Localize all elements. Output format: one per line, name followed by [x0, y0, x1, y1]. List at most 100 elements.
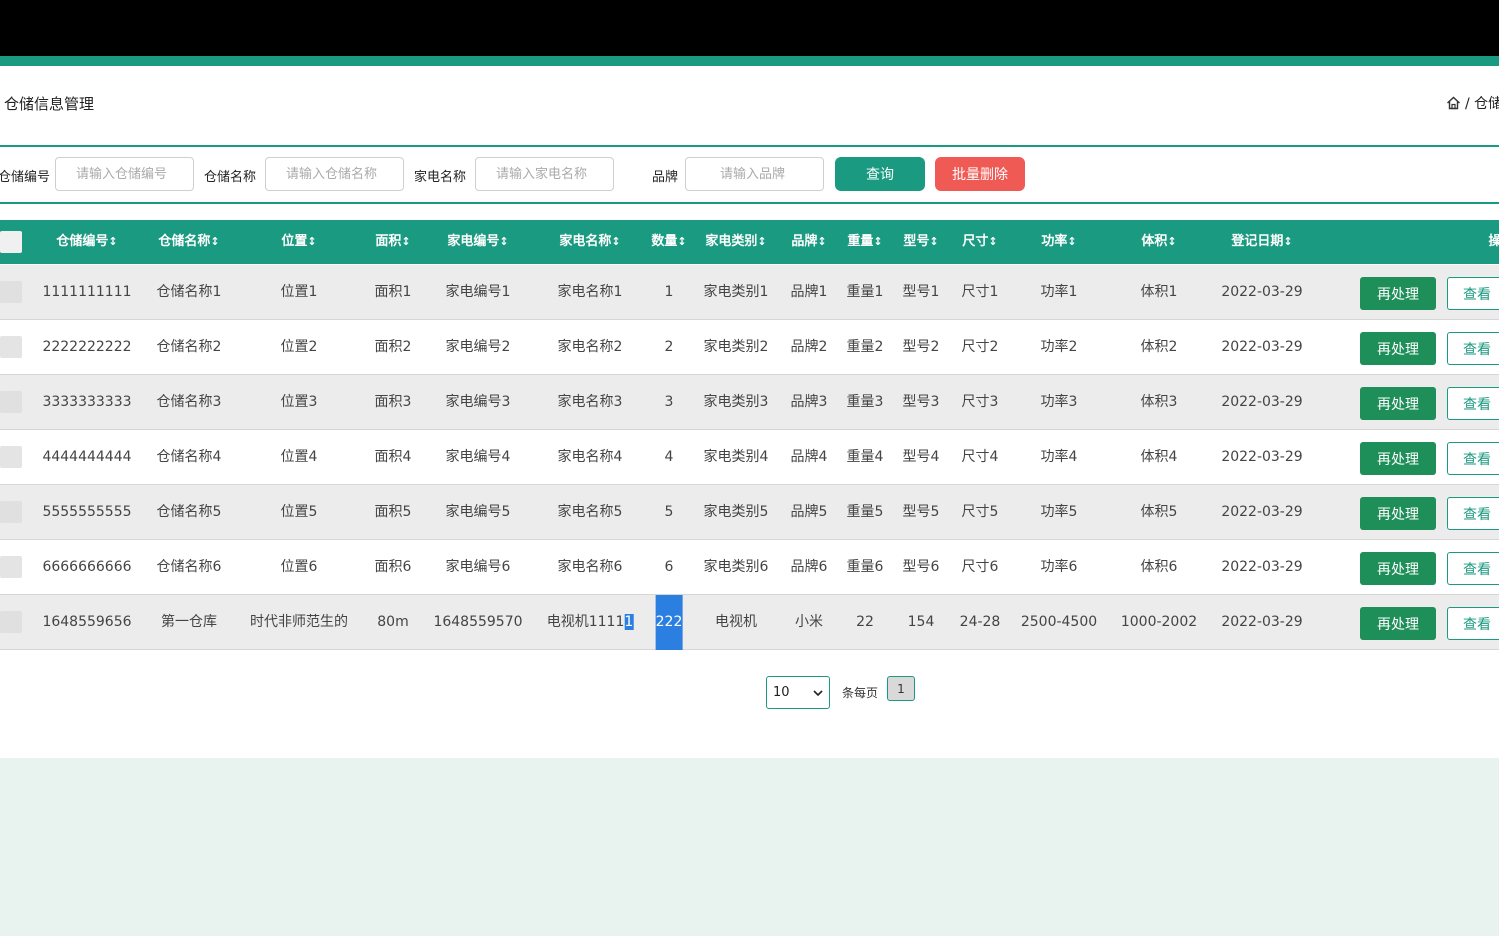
- cell-brand: 品牌4: [790, 449, 828, 465]
- cell-appliance-name: 家电名称1: [557, 284, 623, 300]
- header-col-appliance-code[interactable]: 家电编号↕: [447, 220, 508, 264]
- row-checkbox[interactable]: [0, 611, 22, 633]
- row-checkbox[interactable]: [0, 501, 22, 523]
- cell-power: 功率2: [1040, 339, 1078, 355]
- sort-icon[interactable]: ↕: [611, 235, 620, 248]
- reprocess-button[interactable]: 再处理: [1360, 442, 1436, 475]
- table-row: 3333333333 仓储名称3 位置3 面积3 家电编号3 家电名称3 3 家电类别3 品牌3…: [0, 375, 1499, 430]
- header-col-brand[interactable]: 品牌↕: [791, 220, 826, 264]
- cell-area: 面积3: [374, 394, 412, 410]
- view-button[interactable]: 查看: [1447, 607, 1499, 640]
- cell-location: 位置4: [280, 449, 318, 465]
- header-label: 品牌: [791, 234, 818, 249]
- breadcrumb-text[interactable]: / 仓储: [1465, 93, 1499, 113]
- reprocess-button[interactable]: 再处理: [1360, 552, 1436, 585]
- cell-volume: 体积1: [1140, 284, 1178, 300]
- header-col-weight[interactable]: 重量↕: [847, 220, 882, 264]
- cell-area: 面积2: [374, 339, 412, 355]
- cell-location: 位置5: [280, 504, 318, 520]
- header-col-date[interactable]: 登记日期↕: [1231, 220, 1292, 264]
- home-icon[interactable]: [1446, 96, 1461, 110]
- header-col-model[interactable]: 型号↕: [903, 220, 938, 264]
- header-col-size[interactable]: 尺寸↕: [962, 220, 997, 264]
- view-button[interactable]: 查看: [1447, 332, 1499, 365]
- cell-model: 型号1: [902, 284, 940, 300]
- cell-size: 尺寸4: [961, 449, 999, 465]
- sort-icon[interactable]: ↕: [1283, 235, 1292, 248]
- cell-power: 功率3: [1040, 394, 1078, 410]
- cell-name: 仓储名称5: [156, 504, 222, 520]
- header-col-category[interactable]: 家电类别↕: [705, 220, 766, 264]
- sort-icon[interactable]: ↕: [757, 235, 766, 248]
- header-col-name[interactable]: 仓储名称↕: [158, 220, 219, 264]
- header-col-power[interactable]: 功率↕: [1041, 220, 1076, 264]
- sort-icon[interactable]: ↕: [307, 235, 316, 248]
- page-size-select[interactable]: 10: [766, 676, 830, 709]
- cell-category: 家电类别2: [703, 339, 769, 355]
- sort-icon[interactable]: ↕: [817, 235, 826, 248]
- reprocess-button[interactable]: 再处理: [1360, 332, 1436, 365]
- row-checkbox[interactable]: [0, 391, 22, 413]
- reprocess-button[interactable]: 再处理: [1360, 387, 1436, 420]
- cell-code: 2222222222: [42, 339, 132, 355]
- header-label: 登记日期: [1231, 234, 1284, 249]
- cell-volume: 1000-2002: [1120, 614, 1198, 630]
- reprocess-button[interactable]: 再处理: [1360, 497, 1436, 530]
- view-button[interactable]: 查看: [1447, 442, 1499, 475]
- table-row: 5555555555 仓储名称5 位置5 面积5 家电编号5 家电名称5 5 家电类别5 品牌5…: [0, 485, 1499, 540]
- page-title: 仓储信息管理: [4, 95, 95, 113]
- row-checkbox[interactable]: [0, 556, 22, 578]
- header-label: 操: [1488, 234, 1499, 249]
- page-button-current[interactable]: 1: [887, 676, 915, 701]
- view-button[interactable]: 查看: [1447, 277, 1499, 310]
- view-button[interactable]: 查看: [1447, 552, 1499, 585]
- table-row: 1111111111 仓储名称1 位置1 面积1 家电编号1 家电名称1 1 家电类别1 品牌1…: [0, 265, 1499, 320]
- row-checkbox[interactable]: [0, 336, 22, 358]
- cell-volume: 体积2: [1140, 339, 1178, 355]
- table-row: 4444444444 仓储名称4 位置4 面积4 家电编号4 家电名称4 4 家电类别4 品牌4…: [0, 430, 1499, 485]
- sort-icon[interactable]: ↕: [929, 235, 938, 248]
- cell-code: 1111111111: [42, 284, 132, 300]
- header-col-code[interactable]: 仓储编号↕: [56, 220, 117, 264]
- view-button[interactable]: 查看: [1447, 387, 1499, 420]
- breadcrumb[interactable]: / 仓储: [1446, 93, 1499, 113]
- reprocess-button[interactable]: 再处理: [1360, 277, 1436, 310]
- cell-date: 2022-03-29: [1221, 614, 1303, 630]
- select-all-checkbox[interactable]: [0, 231, 22, 253]
- view-button[interactable]: 查看: [1447, 497, 1499, 530]
- sort-icon[interactable]: ↕: [499, 235, 508, 248]
- brand-search-input[interactable]: [685, 157, 824, 191]
- row-checkbox[interactable]: [0, 446, 22, 468]
- cell-code: 5555555555: [42, 504, 132, 520]
- cell-volume: 体积3: [1140, 394, 1178, 410]
- cell-brand: 品牌5: [790, 504, 828, 520]
- sort-icon[interactable]: ↕: [988, 235, 997, 248]
- divider-top: [0, 145, 1499, 147]
- sort-icon[interactable]: ↕: [677, 235, 686, 248]
- header-col-appliance-name[interactable]: 家电名称↕: [559, 220, 620, 264]
- cell-category: 家电类别1: [703, 284, 769, 300]
- cell-name: 仓储名称6: [156, 559, 222, 575]
- code-search-input[interactable]: [55, 157, 194, 191]
- query-button[interactable]: 查询: [835, 157, 925, 191]
- batch-delete-button[interactable]: 批量删除: [935, 157, 1025, 191]
- header-col-volume[interactable]: 体积↕: [1141, 220, 1176, 264]
- sort-icon[interactable]: ↕: [1167, 235, 1176, 248]
- row-checkbox[interactable]: [0, 281, 22, 303]
- header-col-quantity[interactable]: 数量↕: [651, 220, 686, 264]
- sort-icon[interactable]: ↕: [210, 235, 219, 248]
- name-search-input[interactable]: [265, 157, 404, 191]
- header-col-location[interactable]: 位置↕: [281, 220, 316, 264]
- cell-category: 家电类别4: [703, 449, 769, 465]
- cell-appliance-name: 家电名称2: [557, 339, 623, 355]
- reprocess-button[interactable]: 再处理: [1360, 607, 1436, 640]
- cell-name: 仓储名称2: [156, 339, 222, 355]
- header-col-area[interactable]: 面积↕: [375, 220, 410, 264]
- sort-icon[interactable]: ↕: [401, 235, 410, 248]
- sort-icon[interactable]: ↕: [108, 235, 117, 248]
- sort-icon[interactable]: ↕: [1067, 235, 1076, 248]
- sort-icon[interactable]: ↕: [873, 235, 882, 248]
- appliance-search-input[interactable]: [475, 157, 614, 191]
- cell-name: 仓储名称3: [156, 394, 222, 410]
- cell-appliance-code: 1648559570: [433, 614, 523, 630]
